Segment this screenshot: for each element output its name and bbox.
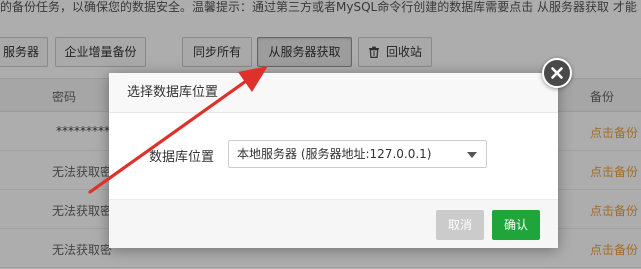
dialog-title: 选择数据库位置: [109, 73, 558, 113]
select-database-location-dialog: 选择数据库位置 数据库位置 本地服务器 (服务器地址:127.0.0.1) 取消…: [109, 73, 558, 248]
close-button[interactable]: [542, 58, 572, 88]
database-location-value: 本地服务器 (服务器地址:127.0.0.1): [237, 147, 432, 161]
chevron-down-icon: [467, 152, 477, 158]
cancel-button[interactable]: 取消: [436, 210, 484, 240]
close-icon: [551, 67, 563, 79]
confirm-button[interactable]: 确认: [492, 210, 540, 240]
dialog-footer: 取消 确认: [109, 199, 558, 248]
database-location-select[interactable]: 本地服务器 (服务器地址:127.0.0.1): [228, 140, 487, 168]
database-location-label: 数据库位置: [149, 150, 215, 165]
